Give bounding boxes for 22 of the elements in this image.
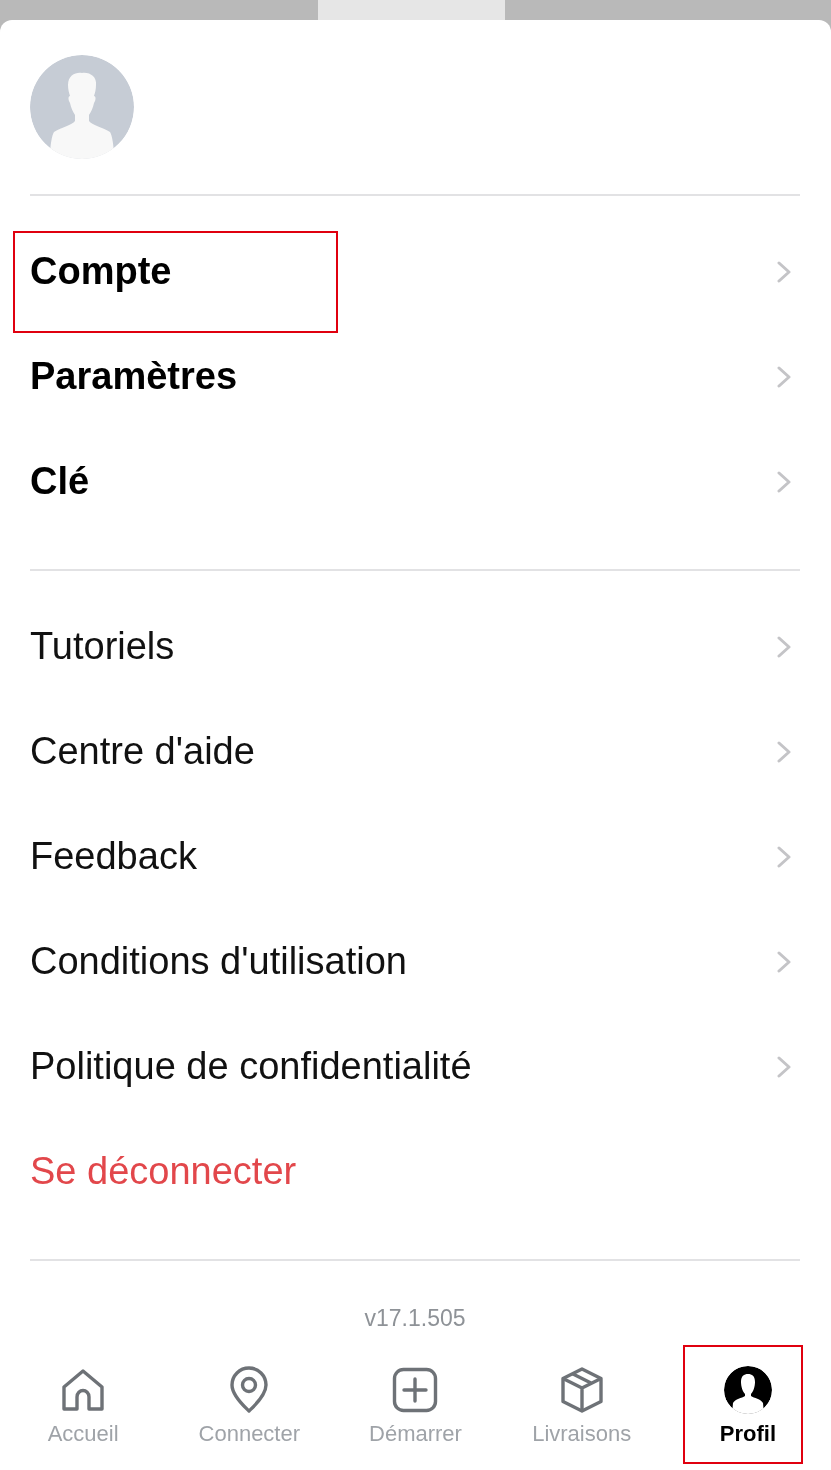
- menu-item[interactable]: Centre d'aide: [30, 699, 800, 804]
- chevron-right-icon: [777, 365, 791, 388]
- profile-icon: [723, 1366, 772, 1414]
- menu-item[interactable]: Politique de confidentialité: [30, 1014, 800, 1119]
- chevron-right-icon: [777, 635, 791, 658]
- avatar-icon: [30, 55, 134, 159]
- chevron-right-icon: [777, 950, 791, 973]
- chevron-right-icon: [777, 740, 791, 763]
- menu-item[interactable]: Feedback: [30, 804, 800, 909]
- menu-item[interactable]: Paramètres: [30, 324, 800, 429]
- chevron-right-icon: [777, 470, 791, 493]
- menu-item[interactable]: Conditions d'utilisation: [30, 909, 800, 1014]
- chevron-right-icon: [777, 1055, 791, 1078]
- menu-item[interactable]: Compte: [30, 219, 800, 324]
- menu-item[interactable]: Se déconnecter: [30, 1119, 800, 1224]
- menu-item[interactable]: Tutoriels: [30, 594, 800, 699]
- menu-item[interactable]: Clé: [30, 429, 800, 534]
- plus-square-icon: [391, 1366, 440, 1414]
- tab[interactable]: Profil: [715, 1361, 780, 1451]
- version-text: v17.1.505: [364, 1305, 466, 1331]
- chevron-right-icon: [777, 260, 791, 283]
- chevron-right-icon: [777, 845, 791, 868]
